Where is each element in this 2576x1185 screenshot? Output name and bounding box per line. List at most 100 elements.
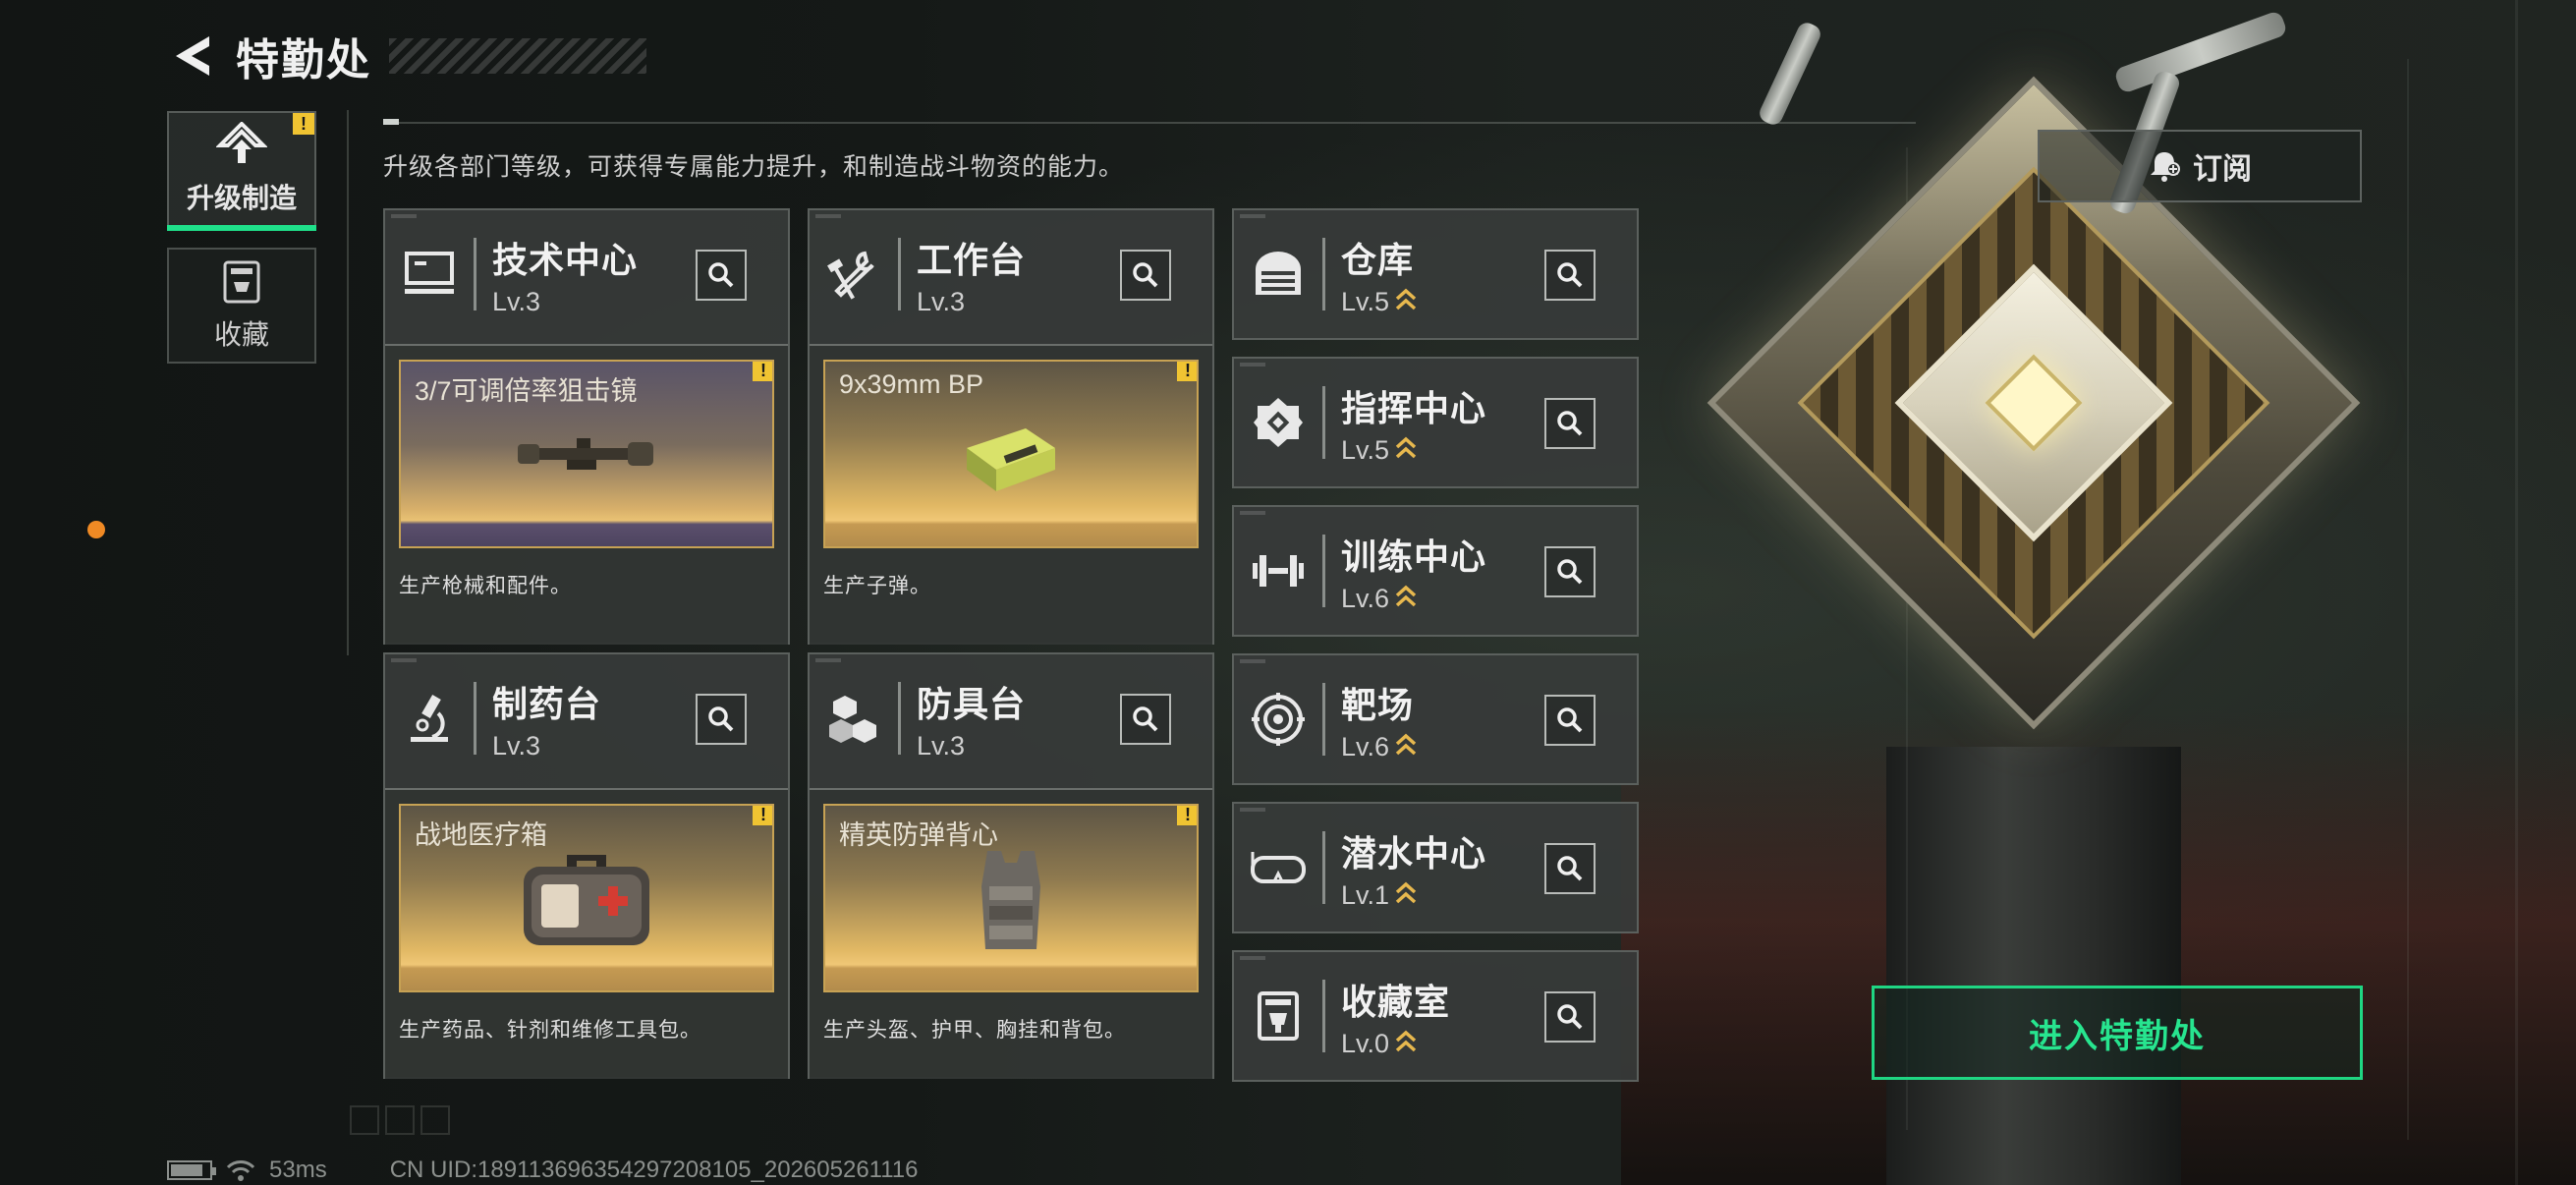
department-card-command-center[interactable]: 指挥中心 Lv.5 (1232, 357, 1639, 488)
department-card-warehouse[interactable]: 仓库 Lv.5 (1232, 208, 1639, 340)
search-icon (1557, 559, 1583, 585)
warning-badge: ! (1177, 806, 1197, 825)
medkit-image (524, 855, 649, 945)
department-name: 靶场 (1341, 684, 1415, 725)
separator (1322, 831, 1325, 904)
separator (898, 682, 901, 755)
divider (347, 110, 349, 655)
production-slot[interactable]: ! 精英防弹背心 生产头盔、护甲、胸挂和背包。 (810, 788, 1212, 1079)
department-name: 潜水中心 (1341, 832, 1487, 874)
diving-mask-icon (1234, 804, 1322, 931)
divider-mark (383, 119, 399, 125)
warning-badge: ! (753, 806, 772, 825)
department-name: 技术中心 (492, 239, 639, 280)
inspect-button[interactable] (696, 694, 747, 745)
page-description: 升级各部门等级，可获得专属能力提升，和制造战斗物资的能力。 (383, 153, 1125, 181)
search-icon (708, 262, 734, 288)
product-frame[interactable]: ! 战地医疗箱 (399, 804, 774, 992)
monitor-icon (385, 210, 474, 338)
card-header[interactable]: 收藏室 Lv.0 (1234, 952, 1637, 1080)
scope-image (518, 438, 653, 470)
status-bar: 53ms CN UID:18911369635429720810​5_20260… (167, 1157, 919, 1183)
department-name: 工作台 (917, 239, 1027, 280)
card-header[interactable]: 仓库 Lv.5 (1234, 210, 1637, 338)
warning-badge: ! (293, 113, 314, 135)
subscribe-button[interactable]: 订阅 (2038, 130, 2362, 202)
production-slot[interactable]: ! 3/7可调倍率狙击镜 生产枪械和配件。 (385, 344, 788, 645)
card-header[interactable]: 潜水中心 Lv.1 (1234, 804, 1637, 931)
inspect-button[interactable] (1544, 398, 1596, 449)
inspect-button[interactable] (1544, 843, 1596, 894)
upgrade-available-icon (1395, 585, 1417, 607)
product-name: 9x39mm BP (839, 369, 984, 399)
department-card-collection-room[interactable]: 收藏室 Lv.0 (1232, 950, 1639, 1082)
product-description: 生产头盔、护甲、胸挂和背包。 (823, 1019, 1126, 1042)
department-level: Lv.3 (492, 287, 638, 317)
page-title: 特勤处 (236, 36, 371, 85)
level-text: Lv.6 (1341, 731, 1390, 762)
department-card-tech-center: 技术中心 Lv.3 ! 3/7可调倍率狙击镜 生产枪械和配件。 (383, 208, 790, 645)
inspect-button[interactable] (696, 250, 747, 301)
card-header[interactable]: 靶场 Lv.6 (1234, 655, 1637, 783)
department-card-armor-bench: 防具台 Lv.3 ! 精英防弹背心 生产头盔、护甲、胸挂和背包。 (808, 652, 1214, 1079)
inspect-button[interactable] (1544, 250, 1596, 301)
separator (1322, 386, 1325, 459)
level-text: Lv.1 (1341, 879, 1390, 910)
inspect-button[interactable] (1120, 250, 1171, 301)
trophy-cabinet-icon (1234, 952, 1322, 1080)
production-slot[interactable]: ! 9x39mm BP 生产子弹。 (810, 344, 1212, 645)
department-name: 仓库 (1341, 239, 1415, 280)
upgrade-available-icon (1395, 881, 1417, 904)
department-level: Lv.3 (917, 731, 1026, 762)
card-header[interactable]: 工作台 Lv.3 (810, 210, 1212, 338)
level-text: Lv.3 (492, 286, 541, 316)
header: 特勤处 (167, 22, 646, 90)
command-emblem-icon (1234, 359, 1322, 486)
warning-badge: ! (753, 362, 772, 381)
department-card-pharmacy: 制药台 Lv.3 ! 战地医疗箱 生产药品、针剂和维修工具包。 (383, 652, 790, 1079)
nav-label: 升级制造 (186, 183, 297, 213)
nav-tab-collection[interactable]: 收藏 (167, 248, 316, 364)
department-name: 收藏室 (1341, 981, 1451, 1022)
bottom-decoration (420, 1105, 450, 1135)
production-slot[interactable]: ! 战地医疗箱 生产药品、针剂和维修工具包。 (385, 788, 788, 1079)
inspect-button[interactable] (1120, 694, 1171, 745)
separator (898, 238, 901, 310)
department-level: Lv.6 (1341, 584, 1486, 614)
back-button[interactable] (167, 27, 214, 85)
warning-badge: ! (1177, 362, 1197, 381)
floating-indicator-dot[interactable] (87, 521, 105, 538)
product-frame[interactable]: ! 精英防弹背心 (823, 804, 1199, 992)
department-card-training-center[interactable]: 训练中心 Lv.6 (1232, 505, 1639, 637)
inspect-button[interactable] (1544, 991, 1596, 1043)
bell-icon (2151, 152, 2180, 182)
search-icon (1557, 856, 1583, 881)
product-frame[interactable]: ! 9x39mm BP (823, 360, 1199, 548)
card-header[interactable]: 防具台 Lv.3 (810, 654, 1212, 782)
upgrade-available-icon (1395, 436, 1417, 459)
department-card-diving-center[interactable]: 潜水中心 Lv.1 (1232, 802, 1639, 933)
subscribe-label: 订阅 (2193, 153, 2252, 186)
product-frame[interactable]: ! 3/7可调倍率狙击镜 (399, 360, 774, 548)
divider (383, 122, 1916, 124)
card-header[interactable]: 指挥中心 Lv.5 (1234, 359, 1637, 486)
background-line (2407, 59, 2409, 1140)
nav-tab-upgrade-craft[interactable]: ! 升级制造 (167, 111, 316, 231)
department-level: Lv.0 (1341, 1029, 1450, 1059)
background-line (2515, 0, 2518, 1185)
separator (1322, 238, 1325, 310)
card-header[interactable]: 技术中心 Lv.3 (385, 210, 788, 338)
department-name: 指挥中心 (1341, 387, 1487, 428)
search-icon (1133, 706, 1158, 732)
background-pillar (1886, 747, 2181, 1185)
card-header[interactable]: 训练中心 Lv.6 (1234, 507, 1637, 635)
separator (474, 682, 476, 755)
inspect-button[interactable] (1544, 695, 1596, 746)
inspect-button[interactable] (1544, 546, 1596, 597)
enter-special-ops-button[interactable]: 进入特勤处 (1872, 986, 2363, 1080)
department-name: 制药台 (492, 683, 602, 724)
ping-text: 53ms (269, 1157, 327, 1183)
card-header[interactable]: 制药台 Lv.3 (385, 654, 788, 782)
department-card-shooting-range[interactable]: 靶场 Lv.6 (1232, 653, 1639, 785)
title-decoration (389, 38, 646, 74)
